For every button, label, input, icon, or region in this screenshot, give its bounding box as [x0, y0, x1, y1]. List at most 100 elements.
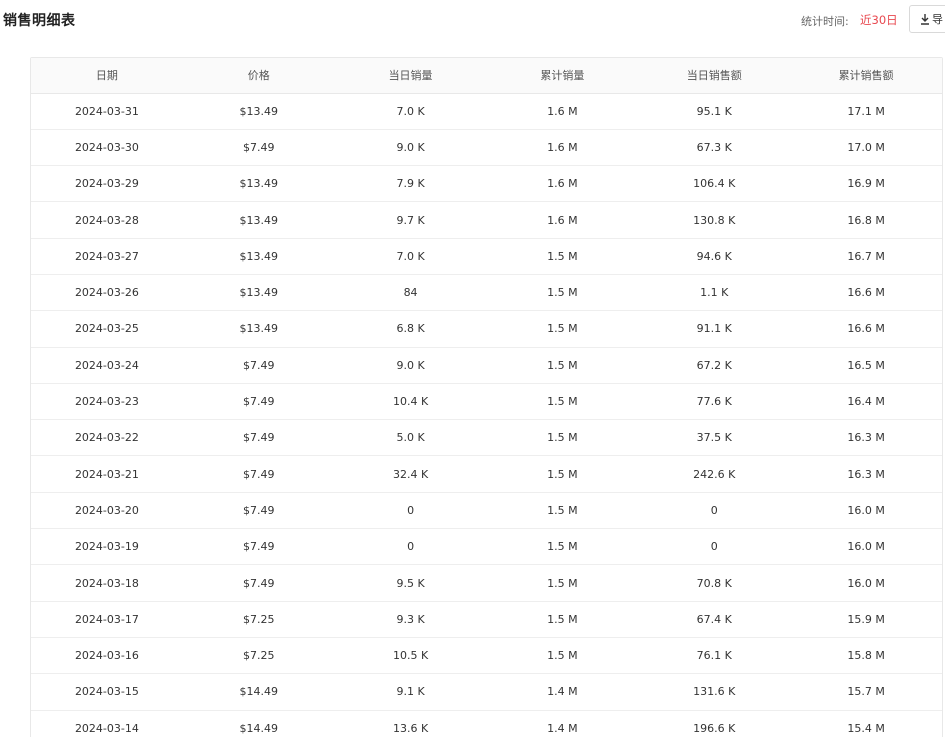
cell-daily-revenue: 131.6 K — [638, 673, 791, 711]
cell-daily-sales-volume: 9.1 K — [334, 673, 487, 711]
stat-time-label: 统计时间: — [801, 15, 849, 28]
cell-price: $7.25 — [182, 601, 335, 638]
table-row: 2024-03-26 $13.49 84 1.5 M 1.1 K 16.6 M — [31, 274, 942, 312]
cell-cumulative-revenue: 16.3 M — [790, 455, 942, 493]
cell-daily-sales-volume: 84 — [334, 274, 487, 312]
cell-cumulative-sales-volume: 1.5 M — [486, 492, 639, 530]
sales-table: 日期 价格 当日销量 累计销量 当日销售额 累计销售额 2024-03-31 $1… — [31, 58, 942, 737]
cell-daily-revenue: 67.4 K — [638, 601, 791, 638]
cell-date: 2024-03-14 — [31, 710, 183, 737]
cell-date: 2024-03-17 — [31, 601, 183, 638]
cell-price: $14.49 — [182, 673, 335, 711]
cell-date: 2024-03-21 — [31, 455, 183, 493]
sales-table-container: 日期 价格 当日销量 累计销量 当日销售额 累计销售额 2024-03-31 $1… — [30, 57, 943, 737]
cell-daily-sales-volume: 9.0 K — [334, 129, 487, 167]
cell-date: 2024-03-30 — [31, 129, 183, 167]
cell-date: 2024-03-16 — [31, 637, 183, 675]
cell-daily-sales-volume: 10.5 K — [334, 637, 487, 675]
cell-daily-sales-volume: 9.7 K — [334, 201, 487, 239]
cell-daily-sales-volume: 7.0 K — [334, 93, 487, 130]
cell-cumulative-sales-volume: 1.6 M — [486, 93, 639, 130]
cell-daily-sales-volume: 0 — [334, 492, 487, 530]
cell-cumulative-sales-volume: 1.6 M — [486, 201, 639, 239]
cell-daily-sales-volume: 10.4 K — [334, 383, 487, 421]
cell-daily-revenue: 106.4 K — [638, 165, 791, 203]
cell-daily-sales-volume: 32.4 K — [334, 455, 487, 493]
cell-cumulative-revenue: 16.0 M — [790, 492, 942, 530]
cell-cumulative-revenue: 17.0 M — [790, 129, 942, 167]
table-row: 2024-03-21 $7.49 32.4 K 1.5 M 242.6 K 16.3 M — [31, 455, 942, 493]
header: 销售明细表 统计时间: 近30日 导 — [0, 0, 945, 40]
cell-cumulative-sales-volume: 1.5 M — [486, 419, 639, 457]
cell-cumulative-sales-volume: 1.5 M — [486, 564, 639, 602]
cell-date: 2024-03-23 — [31, 383, 183, 421]
cell-date: 2024-03-15 — [31, 673, 183, 711]
cell-daily-revenue: 130.8 K — [638, 201, 791, 239]
export-button-label: 导 — [932, 13, 943, 26]
cell-date: 2024-03-18 — [31, 564, 183, 602]
cell-daily-revenue: 1.1 K — [638, 274, 791, 312]
cell-daily-sales-volume: 13.6 K — [334, 710, 487, 737]
cell-daily-revenue: 37.5 K — [638, 419, 791, 457]
cell-daily-sales-volume: 7.9 K — [334, 165, 487, 203]
cell-daily-revenue: 0 — [638, 528, 791, 566]
table-row: 2024-03-15 $14.49 9.1 K 1.4 M 131.6 K 15.7 M — [31, 673, 942, 711]
cell-cumulative-revenue: 16.6 M — [790, 274, 942, 312]
cell-price: $7.49 — [182, 347, 335, 384]
cell-cumulative-revenue: 16.5 M — [790, 347, 942, 384]
cell-price: $7.49 — [182, 383, 335, 421]
cell-cumulative-sales-volume: 1.5 M — [486, 601, 639, 638]
export-button[interactable]: 导 — [909, 5, 945, 33]
cell-daily-revenue: 91.1 K — [638, 310, 791, 348]
page-title: 销售明细表 — [3, 13, 76, 29]
cell-price: $13.49 — [182, 238, 335, 275]
download-icon — [920, 13, 930, 25]
table-row: 2024-03-27 $13.49 7.0 K 1.5 M 94.6 K 16.7 M — [31, 238, 942, 275]
cell-daily-sales-volume: 0 — [334, 528, 487, 566]
table-row: 2024-03-16 $7.25 10.5 K 1.5 M 76.1 K 15.8 M — [31, 637, 942, 675]
column-header-daily-sales-volume[interactable]: 当日销量 — [334, 58, 487, 94]
cell-date: 2024-03-24 — [31, 347, 183, 384]
table-header-row: 日期 价格 当日销量 累计销量 当日销售额 累计销售额 — [31, 58, 942, 94]
table-row: 2024-03-30 $7.49 9.0 K 1.6 M 67.3 K 17.0 M — [31, 129, 942, 167]
table-row: 2024-03-24 $7.49 9.0 K 1.5 M 67.2 K 16.5 M — [31, 347, 942, 384]
cell-daily-revenue: 242.6 K — [638, 455, 791, 493]
cell-cumulative-sales-volume: 1.5 M — [486, 528, 639, 566]
cell-cumulative-revenue: 15.4 M — [790, 710, 942, 737]
cell-daily-revenue: 67.3 K — [638, 129, 791, 167]
date-range-selector[interactable]: 近30日 — [860, 12, 898, 28]
cell-date: 2024-03-25 — [31, 310, 183, 348]
table-row: 2024-03-19 $7.49 0 1.5 M 0 16.0 M — [31, 528, 942, 566]
cell-date: 2024-03-28 — [31, 201, 183, 239]
table-row: 2024-03-22 $7.49 5.0 K 1.5 M 37.5 K 16.3 M — [31, 419, 942, 457]
cell-date: 2024-03-20 — [31, 492, 183, 530]
cell-price: $14.49 — [182, 710, 335, 737]
cell-cumulative-revenue: 16.0 M — [790, 564, 942, 602]
column-header-date[interactable]: 日期 — [31, 58, 183, 94]
cell-cumulative-sales-volume: 1.4 M — [486, 673, 639, 711]
cell-price: $13.49 — [182, 274, 335, 312]
cell-price: $7.49 — [182, 564, 335, 602]
cell-cumulative-sales-volume: 1.5 M — [486, 637, 639, 675]
cell-date: 2024-03-31 — [31, 93, 183, 130]
column-header-price[interactable]: 价格 — [182, 58, 335, 94]
cell-cumulative-sales-volume: 1.5 M — [486, 274, 639, 312]
cell-price: $7.25 — [182, 637, 335, 675]
cell-cumulative-sales-volume: 1.5 M — [486, 455, 639, 493]
column-header-cumulative-sales-volume[interactable]: 累计销量 — [486, 58, 639, 94]
cell-daily-sales-volume: 5.0 K — [334, 419, 487, 457]
cell-daily-revenue: 76.1 K — [638, 637, 791, 675]
cell-daily-sales-volume: 9.3 K — [334, 601, 487, 638]
table-row: 2024-03-18 $7.49 9.5 K 1.5 M 70.8 K 16.0 M — [31, 564, 942, 602]
cell-cumulative-revenue: 16.3 M — [790, 419, 942, 457]
cell-cumulative-sales-volume: 1.5 M — [486, 238, 639, 275]
column-header-cumulative-revenue[interactable]: 累计销售额 — [790, 58, 942, 94]
cell-daily-revenue: 77.6 K — [638, 383, 791, 421]
table-row: 2024-03-25 $13.49 6.8 K 1.5 M 91.1 K 16.6 M — [31, 310, 942, 348]
cell-daily-sales-volume: 6.8 K — [334, 310, 487, 348]
column-header-daily-revenue[interactable]: 当日销售额 — [638, 58, 791, 94]
cell-price: $13.49 — [182, 165, 335, 203]
cell-cumulative-revenue: 16.9 M — [790, 165, 942, 203]
table-row: 2024-03-20 $7.49 0 1.5 M 0 16.0 M — [31, 492, 942, 530]
cell-date: 2024-03-19 — [31, 528, 183, 566]
